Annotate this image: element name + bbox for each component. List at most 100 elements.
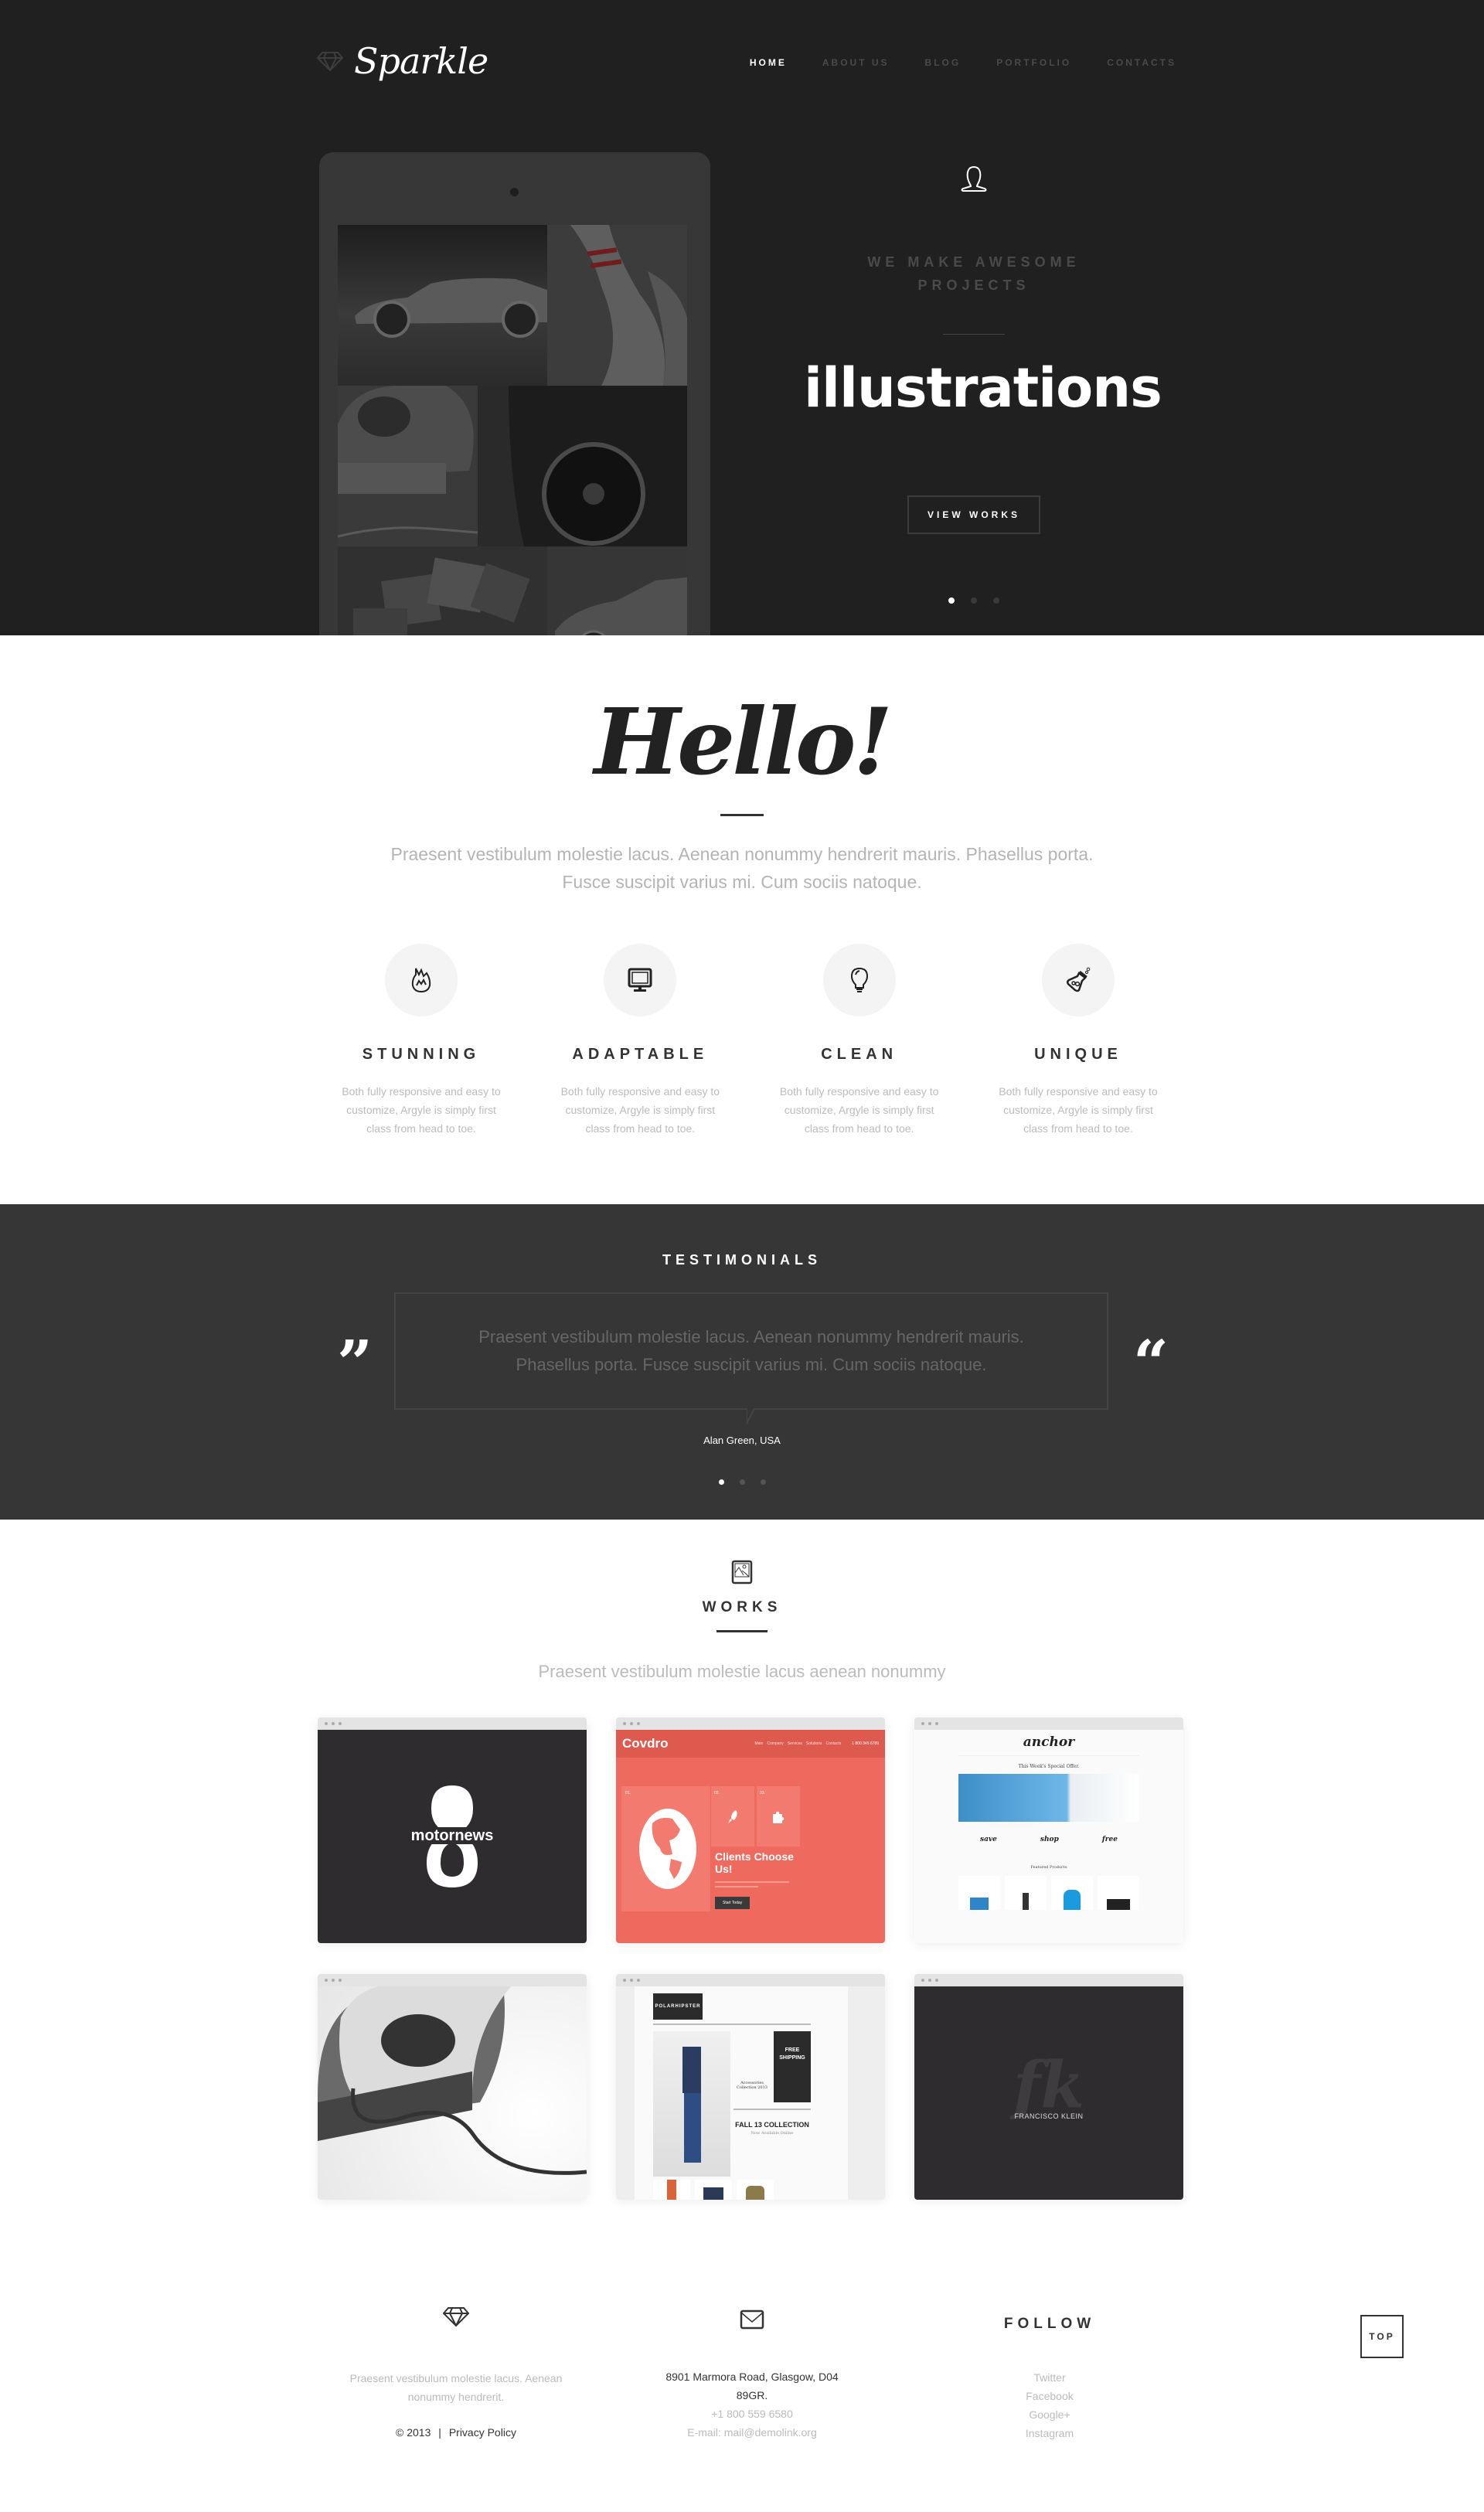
card-body: anchor This Week's Special Offer. save s… xyxy=(914,1730,1183,1943)
feature-text: Both fully responsive and easy to custom… xyxy=(779,1085,939,1135)
social-twitter[interactable]: Twitter xyxy=(934,2368,1166,2387)
covdro-nav-item: Services xyxy=(787,1741,802,1746)
product-shape xyxy=(746,2186,764,2200)
fk-logo: fk FRANCISCO KLEIN xyxy=(1002,2051,1095,2128)
hero-dot-3[interactable] xyxy=(993,597,999,604)
divider xyxy=(653,2024,811,2025)
at-sign-3d-image xyxy=(318,1986,587,2175)
testimonial-dot-1[interactable] xyxy=(718,1479,724,1485)
testimonial-quote: Praesent vestibulum molestie lacus. Aene… xyxy=(394,1292,1108,1410)
social-google-plus[interactable]: Google+ xyxy=(934,2405,1166,2424)
covdro-logo: Covdro xyxy=(622,1736,669,1751)
browser-bar xyxy=(914,1974,1183,1986)
covdro-phone: 1 800 345 6789 xyxy=(852,1741,879,1746)
social-instagram[interactable]: Instagram xyxy=(934,2424,1166,2442)
polar-page: POLARHIPSTER Accessories Collection 2013… xyxy=(635,1986,848,2200)
product-thumb xyxy=(653,2180,690,2200)
product-thumb xyxy=(1051,1876,1093,1910)
product-shape xyxy=(667,2180,676,2200)
work-card-at-sign[interactable] xyxy=(318,1974,587,2200)
fk-monogram: fk xyxy=(1013,2048,1085,2122)
hero-pagination xyxy=(804,597,1144,604)
text-placeholder xyxy=(715,1881,789,1883)
product-thumb xyxy=(1005,1876,1047,1910)
work-card-polarhipster[interactable]: POLARHIPSTER Accessories Collection 2013… xyxy=(616,1974,885,2200)
testimonial-dot-2[interactable] xyxy=(739,1479,745,1485)
browser-bar xyxy=(318,1717,587,1730)
testimonial-dot-3[interactable] xyxy=(760,1479,766,1485)
testimonials-section: TESTIMONIALS ” Praesent vestibulum moles… xyxy=(0,1204,1484,1520)
features-list: STUNNING Both fully responsive and easy … xyxy=(325,944,1175,1138)
tile-hatchback-car xyxy=(338,225,547,386)
tablet-camera xyxy=(510,188,519,196)
nav-blog[interactable]: BLOG xyxy=(925,57,962,68)
fk-label: FRANCISCO KLEIN xyxy=(1014,2112,1084,2120)
footer-about-text: Praesent vestibulum molestie lacus. Aene… xyxy=(349,2372,563,2403)
feature-icon-circle xyxy=(385,944,458,1016)
product-shape xyxy=(970,1898,989,1910)
logo[interactable]: Sparkle xyxy=(317,40,488,82)
works-title: WORKS xyxy=(702,1599,782,1615)
model-shirt xyxy=(682,2047,701,2093)
work-card-covdro[interactable]: Covdro Main Company Services Solutions C… xyxy=(616,1717,885,1943)
hero-dot-2[interactable] xyxy=(971,597,977,604)
covdro-nav-item: Solutions xyxy=(805,1741,822,1746)
hero-dot-1[interactable] xyxy=(948,597,955,604)
nav-contacts[interactable]: CONTACTS xyxy=(1107,57,1176,68)
covdro-nav: Main Company Services Solutions Contacts xyxy=(754,1741,841,1746)
work-card-anchor[interactable]: anchor This Week's Special Offer. save s… xyxy=(914,1717,1183,1943)
hello-divider xyxy=(720,814,764,816)
works-subtitle: Praesent vestibulum molestie lacus aenea… xyxy=(538,1662,946,1681)
motornews-label: motornews xyxy=(403,1827,501,1844)
privacy-policy-link[interactable]: Privacy Policy xyxy=(449,2426,516,2439)
product-thumb xyxy=(958,1876,1000,1910)
nav-home[interactable]: HOME xyxy=(750,57,787,68)
text-placeholder xyxy=(715,1886,758,1887)
view-works-button[interactable]: VIEW WORKS xyxy=(907,495,1040,534)
works-grid: motornews Covdro Main Company Services S… xyxy=(318,1717,1183,2200)
flask-icon xyxy=(1066,967,1091,992)
tablet-image-grid xyxy=(338,225,687,635)
anchor-section-title: Featured Products xyxy=(1030,1865,1067,1870)
anchor-logo: anchor xyxy=(1023,1734,1075,1750)
feature-text: Both fully responsive and easy to custom… xyxy=(999,1085,1158,1135)
nav-portfolio[interactable]: PORTFOLIO xyxy=(996,57,1071,68)
footer-about: Praesent vestibulum molestie lacus. Aene… xyxy=(340,2306,572,2442)
polar-products xyxy=(653,2180,774,2200)
feature-adaptable: ADAPTABLE Both fully responsive and easy… xyxy=(543,944,737,1138)
testimonials-title: TESTIMONIALS xyxy=(662,1252,822,1268)
work-card-francisco-klein[interactable]: fk FRANCISCO KLEIN xyxy=(914,1974,1183,2200)
anchor-pillar: save xyxy=(980,1836,997,1843)
feature-text: Both fully responsive and easy to custom… xyxy=(560,1085,720,1135)
social-facebook[interactable]: Facebook xyxy=(934,2387,1166,2405)
anchor-pillars: save shop free xyxy=(958,1836,1139,1843)
browser-bar xyxy=(318,1974,587,1986)
work-card-motornews[interactable]: motornews xyxy=(318,1717,587,1943)
product-thumb xyxy=(695,2180,732,2200)
footer-phone: +1 800 559 6580 xyxy=(711,2408,793,2420)
polar-fall-title: FALL 13 COLLECTION xyxy=(735,2121,809,2129)
product-shape xyxy=(1064,1890,1081,1910)
footer-address: 8901 Marmora Road, Glasgow, D04 89GR. xyxy=(665,2371,839,2401)
diamond-icon xyxy=(442,2307,470,2328)
tile-number: 02. xyxy=(714,1791,720,1796)
tile-bowling-pins xyxy=(547,225,687,386)
covdro-nav-item: Company xyxy=(767,1741,784,1746)
hello-title: Hello! xyxy=(594,688,893,795)
product-shape xyxy=(703,2187,723,2200)
testimonial-author: Alan Green, USA xyxy=(703,1435,781,1446)
motornews-logo: motornews xyxy=(403,1782,501,1891)
product-thumb xyxy=(1098,1876,1139,1910)
tile-at-sign-3d xyxy=(338,386,478,546)
polar-logo: POLARHIPSTER xyxy=(653,1993,703,2020)
hero-kicker: WE MAKE AWESOME PROJECTS xyxy=(867,254,1081,293)
tile-3d-cubes xyxy=(338,546,547,635)
nav-about-us[interactable]: ABOUT US xyxy=(822,57,890,68)
covdro-headline: Clients Choose Us! xyxy=(715,1850,794,1875)
back-to-top-button[interactable]: TOP xyxy=(1360,2315,1404,2358)
feature-unique: UNIQUE Both fully responsive and easy to… xyxy=(982,944,1175,1138)
open-quote-icon: “ xyxy=(1133,1326,1169,1399)
feature-stunning: STUNNING Both fully responsive and easy … xyxy=(325,944,518,1138)
covdro-rocket-tile: 02. xyxy=(711,1786,754,1847)
footer-email[interactable]: E-mail: mail@demolink.org xyxy=(636,2423,868,2442)
